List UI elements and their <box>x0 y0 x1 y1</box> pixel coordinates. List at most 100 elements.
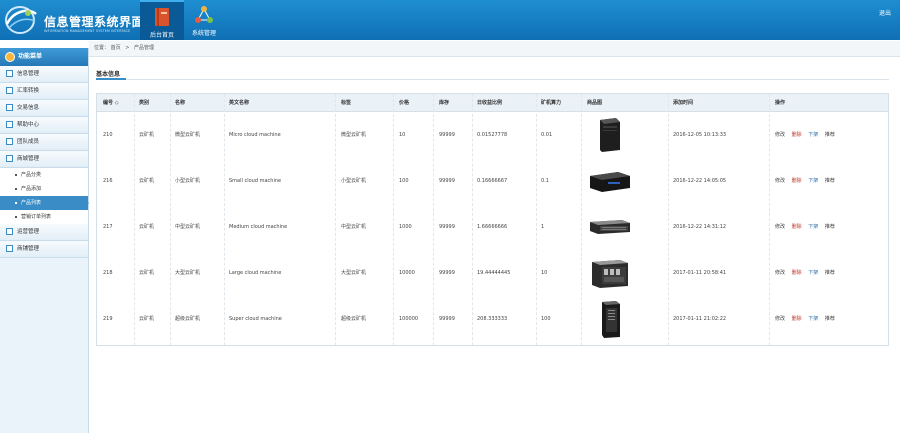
product-table: 编号 ◇ 类别 名称 英文名称 标签 价格 库存 日收益比例 矿机算力 商品图 … <box>96 93 889 346</box>
cell-category: 云矿机 <box>139 224 155 230</box>
cell-tag: 超级云矿机 <box>341 316 367 322</box>
square-icon <box>6 121 13 128</box>
logo: 信息管理系统界面 INFORMATION MANAGEMENT SYSTEM I… <box>4 4 144 36</box>
table-row: 216 云矿机 小型云矿机 Small cloud machine 小型云矿机 … <box>97 158 888 204</box>
sidebar-item-label: 商铺管理 <box>17 246 40 252</box>
cell-tag: 小型云矿机 <box>341 178 367 184</box>
sidebar-item-exchange[interactable]: 汇率转换 <box>0 83 88 100</box>
column-header-label: 编号 <box>103 100 114 106</box>
sidebar-item-mall[interactable]: 商城管理 <box>0 151 88 168</box>
offline-link[interactable]: 下架 <box>808 270 818 276</box>
sidebar-item-operation[interactable]: 运营管理 <box>0 224 88 241</box>
cell-price: 100000 <box>399 316 419 322</box>
edit-link[interactable]: 修改 <box>775 224 785 230</box>
section-tab-indicator <box>96 78 126 80</box>
delete-link[interactable]: 删除 <box>792 224 802 230</box>
recommend-link[interactable]: 推荐 <box>825 132 835 138</box>
cell-power: 0.01 <box>541 132 553 138</box>
edit-link[interactable]: 修改 <box>775 270 785 276</box>
nav-system-label: 系统管理 <box>191 30 216 37</box>
sidebar-subitem-orders[interactable]: 营销订单列表 <box>0 210 88 224</box>
sidebar-item-shop[interactable]: 商铺管理 <box>0 241 88 258</box>
column-header-actions: 操作 <box>775 100 786 106</box>
offline-link[interactable]: 下架 <box>808 224 818 230</box>
cell-id: 217 <box>103 224 113 230</box>
square-icon <box>6 245 13 252</box>
sidebar-subitem-add[interactable]: 产品添加 <box>0 182 88 196</box>
cell-daily-ratio: 0.16666667 <box>477 178 508 184</box>
cell-english-name: Super cloud machine <box>229 316 282 322</box>
sidebar-subitem-label: 产品添加 <box>21 186 42 192</box>
product-image-rack-1u <box>590 220 630 234</box>
product-image-tower-large <box>602 301 620 338</box>
cell-power: 10 <box>541 270 548 276</box>
bullet-icon <box>15 188 17 190</box>
book-icon <box>155 8 169 26</box>
cell-daily-ratio: 1.66666666 <box>477 224 508 230</box>
column-header-id[interactable]: 编号 ◇ <box>103 94 119 112</box>
cell-name: 超级云矿机 <box>175 316 201 322</box>
square-icon <box>6 155 13 162</box>
sidebar-title: 功能菜单 <box>18 53 43 60</box>
row-actions: 修改 删除 下架 推荐 <box>775 204 840 250</box>
cell-time: 2016-12-05 10:13:33 <box>673 132 727 138</box>
delete-link[interactable]: 删除 <box>792 316 802 322</box>
nav-home-label: 后台首页 <box>149 32 174 39</box>
section-title[interactable]: 基本信息 <box>96 69 120 78</box>
delete-link[interactable]: 删除 <box>792 132 802 138</box>
cell-id: 218 <box>103 270 113 276</box>
cell-daily-ratio: 0.01527778 <box>477 132 508 138</box>
sort-icon[interactable]: ◇ <box>115 100 119 106</box>
nav-system[interactable]: 系统管理 <box>182 0 226 40</box>
cell-stock: 99999 <box>439 270 455 276</box>
breadcrumb: 位置： 首页 > 产品管理 <box>89 41 900 57</box>
recommend-link[interactable]: 推荐 <box>825 316 835 322</box>
sidebar-subitem-label: 营销订单列表 <box>21 214 52 220</box>
cell-time: 2016-12-22 14:31:12 <box>673 224 727 230</box>
cell-stock: 99999 <box>439 132 455 138</box>
cell-id: 219 <box>103 316 113 322</box>
square-icon <box>6 138 13 145</box>
cell-tag: 中型云矿机 <box>341 224 367 230</box>
recommend-link[interactable]: 推荐 <box>825 178 835 184</box>
sidebar-subitem-category[interactable]: 产品分类 <box>0 168 88 182</box>
cell-price: 10 <box>399 132 406 138</box>
edit-link[interactable]: 修改 <box>775 178 785 184</box>
bullet-icon <box>15 202 17 204</box>
logout-link[interactable]: 退出 <box>879 8 891 17</box>
sidebar-item-team[interactable]: 团队成员 <box>0 134 88 151</box>
sidebar-header: 功能菜单 <box>0 48 88 66</box>
delete-link[interactable]: 删除 <box>792 178 802 184</box>
sidebar-item-label: 信息管理 <box>17 71 40 77</box>
cell-power: 0.1 <box>541 178 549 184</box>
sidebar-item-label: 运营管理 <box>17 229 40 235</box>
offline-link[interactable]: 下架 <box>808 178 818 184</box>
product-image-flat-box <box>590 172 630 192</box>
cell-price: 10000 <box>399 270 415 276</box>
sidebar-item-label: 团队成员 <box>17 139 40 145</box>
breadcrumb-home[interactable]: 首页 <box>111 45 121 51</box>
column-header-name: 名称 <box>175 100 186 106</box>
network-icon <box>195 6 213 23</box>
offline-link[interactable]: 下架 <box>808 316 818 322</box>
cell-power: 100 <box>541 316 551 322</box>
sidebar-item-help[interactable]: 帮助中心 <box>0 117 88 134</box>
sidebar-item-trade[interactable]: 交易信息 <box>0 100 88 117</box>
bullet-icon <box>15 174 17 176</box>
recommend-link[interactable]: 推荐 <box>825 270 835 276</box>
sidebar-item-info[interactable]: 信息管理 <box>0 66 88 83</box>
cell-power: 1 <box>541 224 545 230</box>
table-row: 218 云矿机 大型云矿机 Large cloud machine 大型云矿机 … <box>97 250 888 296</box>
offline-link[interactable]: 下架 <box>808 132 818 138</box>
row-actions: 修改 删除 下架 推荐 <box>775 296 840 342</box>
breadcrumb-prefix: 位置： <box>94 45 110 51</box>
edit-link[interactable]: 修改 <box>775 316 785 322</box>
row-actions: 修改 删除 下架 推荐 <box>775 112 840 158</box>
sidebar-subitem-list[interactable]: 产品列表 <box>0 196 89 210</box>
edit-link[interactable]: 修改 <box>775 132 785 138</box>
cell-english-name: Large cloud machine <box>229 270 282 276</box>
recommend-link[interactable]: 推荐 <box>825 224 835 230</box>
nav-home[interactable]: 后台首页 <box>140 0 184 40</box>
table-row: 217 云矿机 中型云矿机 Medium cloud machine 中型云矿机… <box>97 204 888 250</box>
delete-link[interactable]: 删除 <box>792 270 802 276</box>
